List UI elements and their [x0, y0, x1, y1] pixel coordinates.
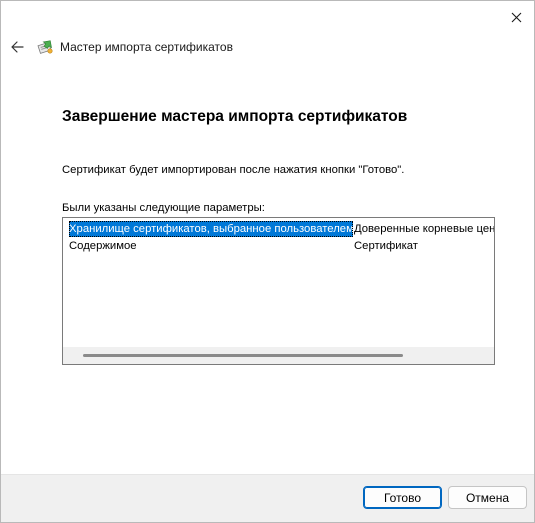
certificate-wizard-icon	[37, 38, 55, 56]
import-info-text: Сертификат будет импортирован после нажа…	[62, 164, 405, 176]
list-item-name: Хранилище сертификатов, выбранное пользо…	[69, 221, 353, 237]
horizontal-scrollbar[interactable]	[63, 347, 494, 364]
page-heading: Завершение мастера импорта сертификатов	[62, 108, 408, 125]
cancel-button[interactable]: Отмена	[448, 486, 527, 509]
list-item-name: Содержимое	[69, 240, 137, 252]
back-button[interactable]	[7, 37, 27, 57]
certificate-import-wizard-window: Мастер импорта сертификатов Завершение м…	[0, 0, 535, 523]
window-title: Мастер импорта сертификатов	[60, 40, 233, 54]
parameters-list[interactable]: Хранилище сертификатов, выбранное пользо…	[62, 217, 495, 365]
wizard-titlebar: Мастер импорта сертификатов	[7, 35, 233, 59]
list-item-value: Доверенные корневые центры сертификации	[354, 223, 494, 235]
wizard-footer: Готово Отмена	[1, 474, 534, 522]
scrollbar-thumb[interactable]	[83, 354, 403, 357]
close-button[interactable]	[502, 5, 530, 29]
finish-button[interactable]: Готово	[363, 486, 442, 509]
back-arrow-icon	[11, 41, 24, 53]
list-item[interactable]: Содержимое Сертификат	[63, 238, 494, 254]
parameters-label: Были указаны следующие параметры:	[62, 202, 265, 214]
list-item-value: Сертификат	[354, 240, 418, 252]
close-icon	[511, 12, 521, 22]
list-item[interactable]: Хранилище сертификатов, выбранное пользо…	[63, 221, 494, 237]
